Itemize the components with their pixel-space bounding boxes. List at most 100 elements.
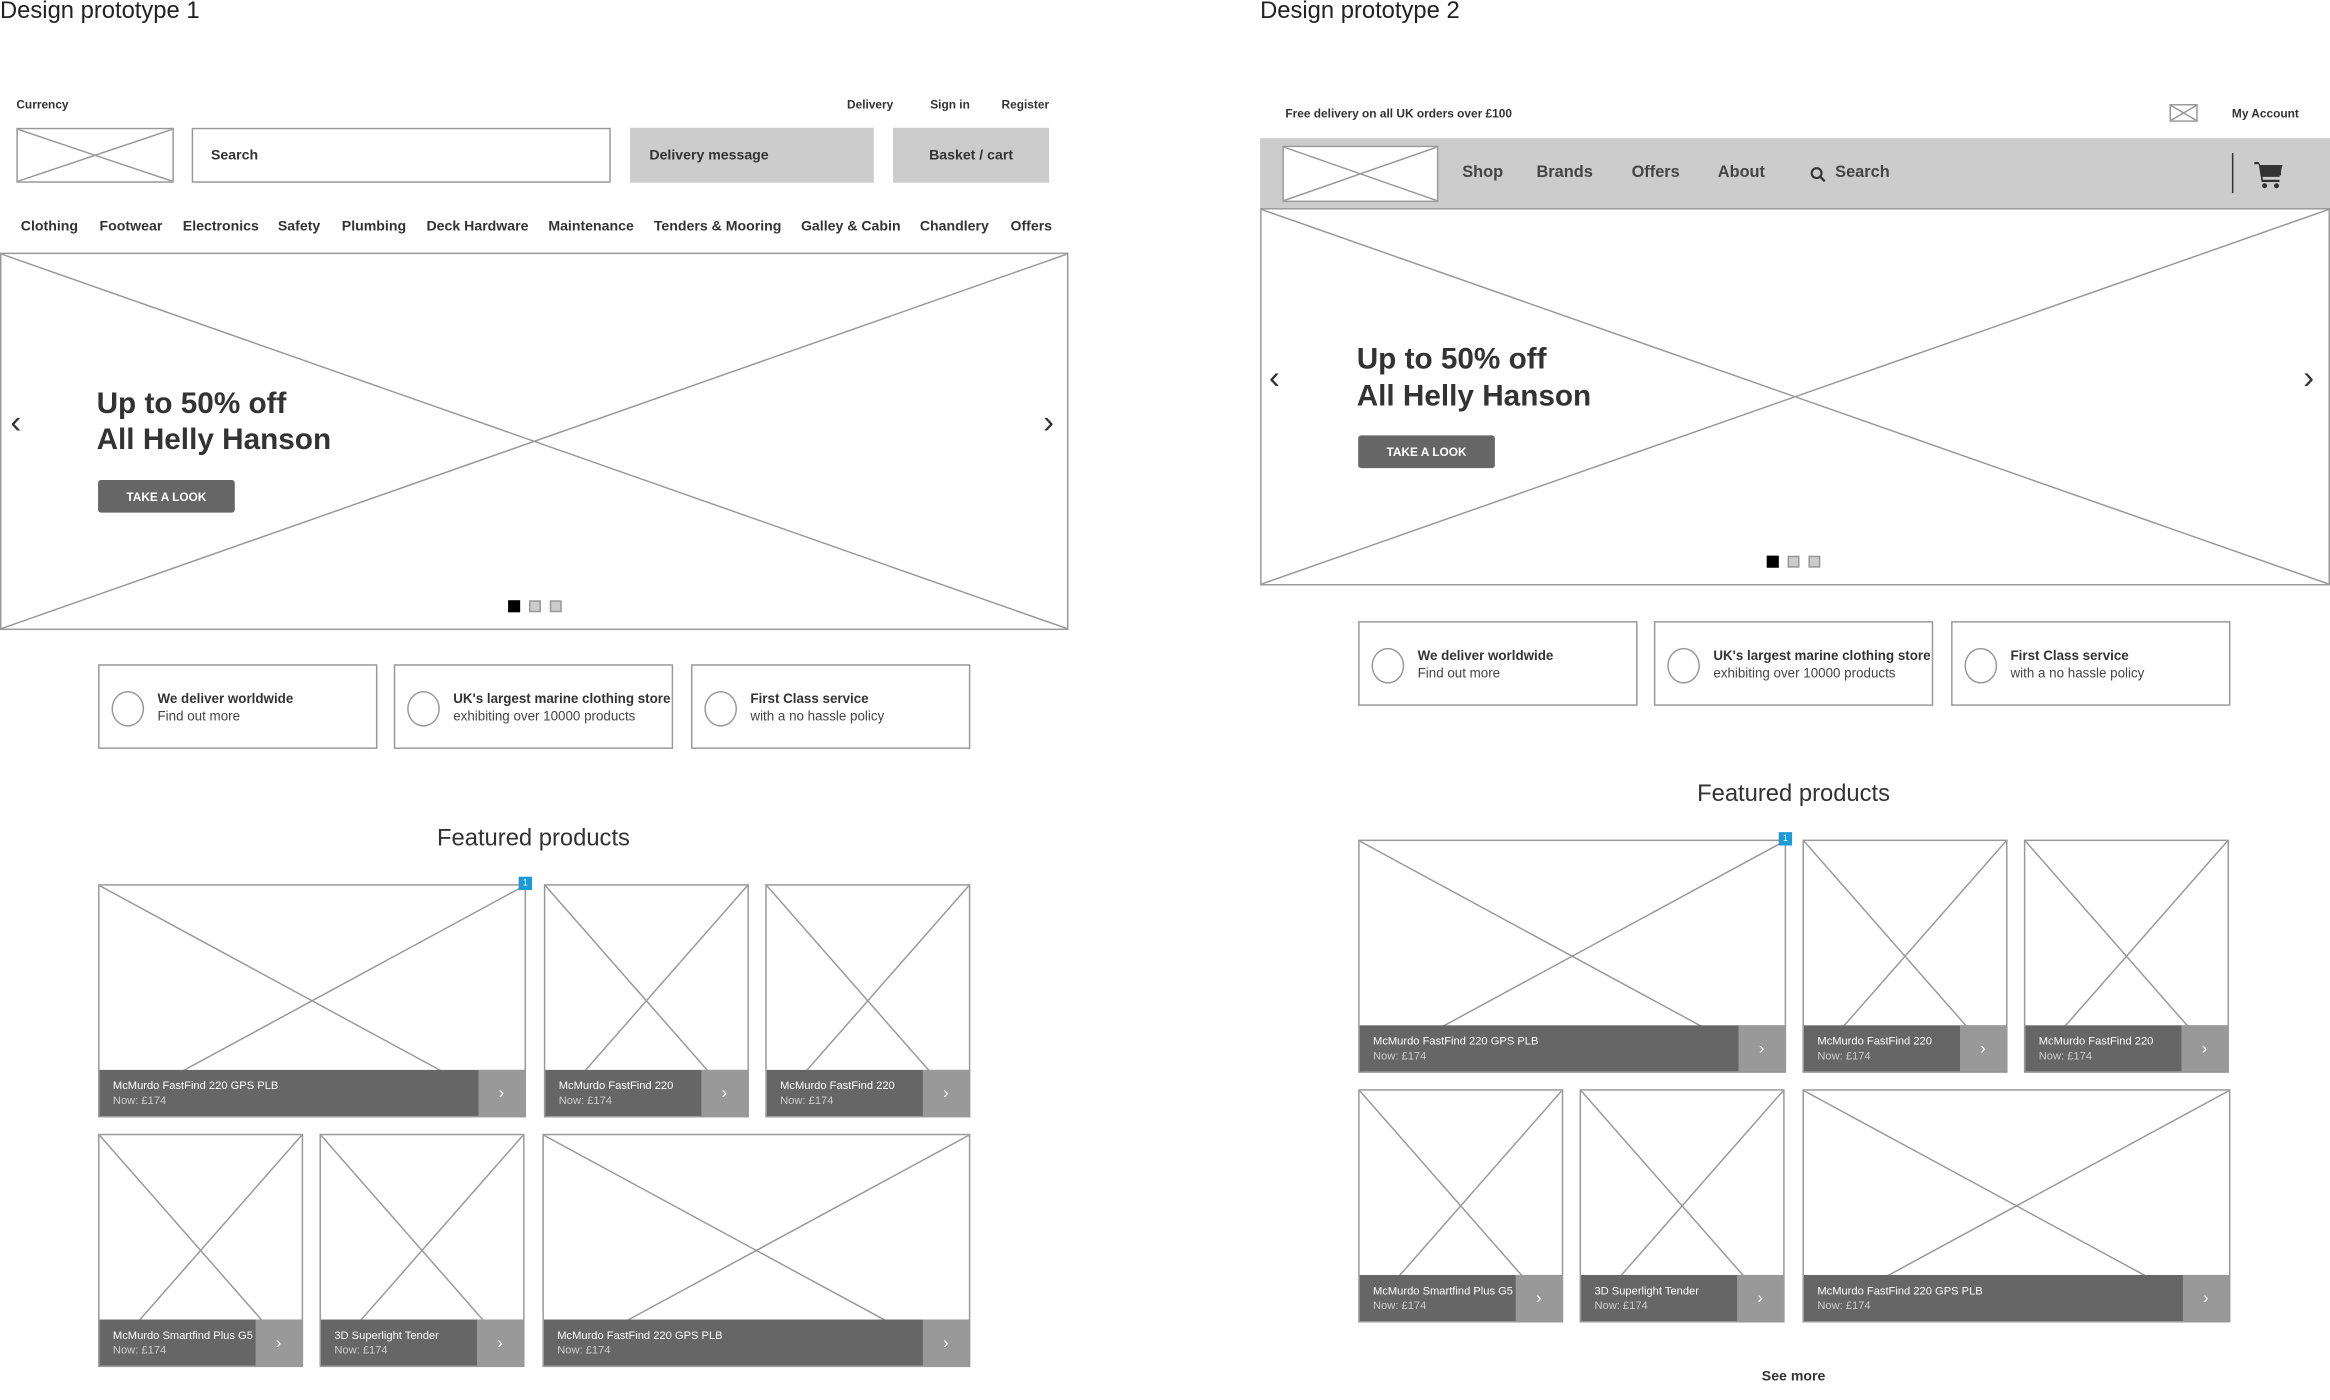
product-caption: McMurdo FastFind 220 GPS PLB Now: £174 › [1803, 1274, 2229, 1322]
product-caption: 3D Superlight Tender Now: £174 › [320, 1319, 524, 1366]
feature-card[interactable]: We deliver worldwide Find out more [1358, 621, 1638, 706]
product-card[interactable]: McMurdo FastFind 220 GPS PLB Now: £174 › [98, 884, 527, 1118]
product-card[interactable]: McMurdo FastFind 220 Now: £174 › [1802, 839, 2008, 1073]
product-card[interactable]: McMurdo Smartfind Plus G5 Now: £174 › [98, 1133, 304, 1368]
register-link[interactable]: Register [1002, 98, 1050, 111]
nav-item-galley-cabin[interactable]: Galley & Cabin [801, 218, 901, 234]
product-card[interactable]: McMurdo FastFind 220 GPS PLB Now: £174 › [542, 1133, 971, 1368]
nav-item-chandlery[interactable]: Chandlery [920, 218, 989, 234]
nav-item-brands[interactable]: Brands [1536, 163, 1592, 181]
product-caption: McMurdo FastFind 220 GPS PLB Now: £174 › [99, 1069, 525, 1116]
nav-item-deck-hardware[interactable]: Deck Hardware [426, 218, 528, 234]
delivery-link[interactable]: Delivery [847, 98, 893, 111]
nav-item-plumbing[interactable]: Plumbing [342, 218, 406, 234]
nav-item-safety[interactable]: Safety [278, 218, 320, 234]
carousel-dot[interactable] [1808, 555, 1821, 568]
product-card[interactable]: McMurdo FastFind 220 GPS PLB Now: £174 › [1358, 839, 1787, 1073]
product-link-button[interactable]: › [1738, 1025, 1785, 1072]
product-card[interactable]: McMurdo FastFind 220 Now: £174 › [543, 884, 749, 1118]
product-card[interactable]: McMurdo FastFind 220 GPS PLB Now: £174 › [1802, 1089, 2231, 1323]
product-link-button[interactable]: › [255, 1319, 302, 1366]
product-price: Now: £174 [334, 1343, 388, 1357]
chevron-right-icon: › [1535, 1289, 1542, 1307]
product-link-button[interactable]: › [1515, 1274, 1562, 1322]
search-input[interactable]: Search [191, 127, 611, 183]
carousel-dot[interactable] [1766, 555, 1779, 568]
promo-text: Free delivery on all UK orders over £100 [1285, 106, 1512, 121]
nav-item-clothing[interactable]: Clothing [21, 218, 78, 234]
carousel-dot[interactable] [1787, 555, 1800, 568]
product-link-button[interactable]: › [2181, 1025, 2228, 1072]
product-link-button[interactable]: › [701, 1069, 748, 1116]
logo-placeholder[interactable] [1282, 145, 1439, 203]
product-name: McMurdo FastFind 220 [780, 1078, 895, 1093]
product-link-button[interactable]: › [1737, 1274, 1784, 1322]
nav-item-offers[interactable]: Offers [1632, 163, 1680, 181]
product-link-button[interactable]: › [476, 1319, 524, 1366]
product-name: McMurdo FastFind 220 GPS PLB [557, 1328, 723, 1342]
nav-item-maintenance[interactable]: Maintenance [548, 218, 634, 234]
product-caption: McMurdo FastFind 220 Now: £174 › [545, 1069, 748, 1116]
product-card[interactable]: McMurdo FastFind 220 Now: £174 › [2023, 839, 2229, 1073]
nav-item-tenders-mooring[interactable]: Tenders & Mooring [654, 218, 782, 234]
feature-card[interactable]: UK's largest marine clothing store exhibi… [393, 664, 674, 749]
circle-icon [1371, 647, 1405, 684]
nav-item-shop[interactable]: Shop [1462, 163, 1503, 181]
nav-item-offers[interactable]: Offers [1010, 218, 1052, 234]
product-link-button[interactable]: › [922, 1069, 969, 1116]
feature-title: We deliver worldwide [1417, 647, 1554, 663]
chevron-left-icon[interactable]: ‹ [1269, 360, 1280, 394]
chevron-right-icon[interactable]: › [2303, 360, 2314, 394]
cart-icon[interactable] [2254, 160, 2284, 189]
chevron-right-icon[interactable]: › [1043, 405, 1054, 439]
chevron-right-icon: › [943, 1084, 949, 1102]
product-link-button[interactable]: › [922, 1319, 969, 1366]
product-card[interactable]: McMurdo Smartfind Plus G5 Now: £174 › [1358, 1089, 1564, 1323]
product-card[interactable]: McMurdo FastFind 220 Now: £174 › [765, 884, 971, 1118]
product-price: Now: £174 [2038, 1049, 2093, 1063]
product-caption: McMurdo FastFind 220 Now: £174 › [1803, 1025, 2007, 1072]
feature-subtitle: Find out more [157, 708, 241, 724]
currency-link[interactable]: Currency [16, 98, 68, 111]
product-price: Now: £174 [557, 1343, 611, 1357]
sign-in-link[interactable]: Sign in [930, 98, 970, 111]
feature-card[interactable]: We deliver worldwide Find out more [98, 664, 378, 749]
my-account-link[interactable]: My Account [2232, 107, 2299, 120]
feature-title: We deliver worldwide [157, 690, 294, 706]
product-price: Now: £174 [1373, 1049, 1427, 1063]
carousel-dot[interactable] [508, 600, 521, 613]
see-more-link[interactable]: See more [1762, 1369, 1826, 1385]
product-caption: McMurdo Smartfind Plus G5 Now: £174 › [99, 1319, 302, 1366]
mail-icon[interactable] [2169, 104, 2198, 122]
product-link-button[interactable]: › [2182, 1274, 2229, 1322]
product-price: Now: £174 [1817, 1298, 1871, 1313]
take-a-look-button[interactable]: TAKE A LOOK [1358, 435, 1495, 469]
chevron-left-icon[interactable]: ‹ [10, 405, 21, 439]
nav-item-electronics[interactable]: Electronics [183, 218, 259, 234]
chevron-right-icon: › [497, 1333, 503, 1352]
take-a-look-button[interactable]: TAKE A LOOK [98, 479, 235, 513]
basket-button[interactable]: Basket / cart [893, 127, 1050, 183]
product-card[interactable]: 3D Superlight Tender Now: £174 › [319, 1133, 525, 1368]
feature-card[interactable]: UK's largest marine clothing store exhibi… [1653, 621, 1934, 706]
product-price: Now: £174 [112, 1343, 167, 1357]
logo-placeholder[interactable] [16, 127, 174, 183]
product-link-button[interactable]: › [1959, 1025, 2007, 1072]
product-link-button[interactable]: › [478, 1069, 525, 1116]
prototype-2-title: Design prototype 2 [1260, 0, 1460, 24]
nav-item-about[interactable]: About [1718, 163, 1765, 181]
chevron-right-icon: › [943, 1333, 949, 1352]
search-link[interactable]: Search [1835, 163, 1890, 181]
product-caption: McMurdo FastFind 220 GPS PLB Now: £174 › [543, 1319, 969, 1366]
feature-card[interactable]: First Class service with a no hassle poli… [1951, 621, 2231, 706]
feature-card[interactable]: First Class service with a no hassle poli… [690, 664, 971, 749]
feature-subtitle: Find out more [1417, 665, 1501, 681]
carousel-dot[interactable] [549, 600, 562, 613]
product-card[interactable]: 3D Superlight Tender Now: £174 › [1579, 1089, 1785, 1323]
chevron-right-icon: › [498, 1084, 505, 1102]
carousel-dot[interactable] [529, 600, 541, 613]
feature-subtitle: with a no hassle policy [2010, 665, 2145, 681]
nav-item-footwear[interactable]: Footwear [100, 218, 163, 234]
search-icon[interactable] [1810, 163, 1826, 183]
chevron-right-icon: › [2203, 1289, 2209, 1307]
